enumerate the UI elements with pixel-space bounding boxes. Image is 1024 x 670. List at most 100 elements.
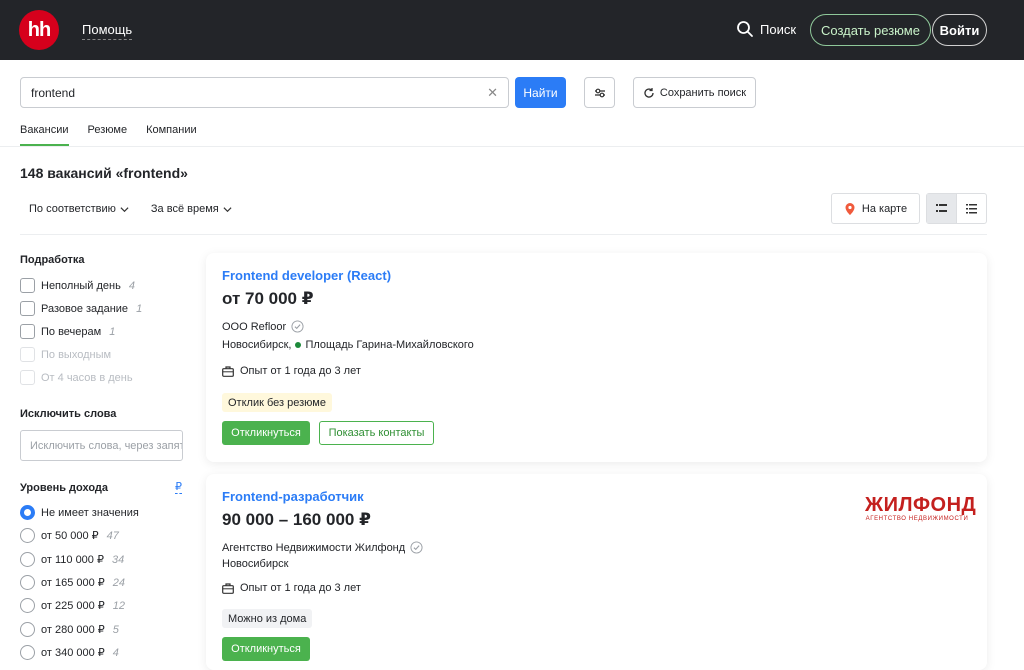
- income-option[interactable]: от 165 000 ₽ 24: [20, 575, 125, 590]
- parttime-option[interactable]: По вечерам 1: [20, 324, 115, 339]
- radio[interactable]: [20, 645, 35, 660]
- option-label: от 110 000 ₽: [41, 554, 104, 566]
- option-label: Разовое задание: [41, 302, 129, 315]
- experience-label: Опыт от 1 года до 3 лет: [240, 582, 361, 594]
- hh-logo[interactable]: hh: [19, 10, 59, 50]
- company-logo[interactable]: ЖИЛФОНД АГЕНТСТВО НЕДВИЖИМОСТИ: [865, 494, 977, 522]
- parttime-option[interactable]: Неполный день 4: [20, 278, 135, 293]
- clear-icon[interactable]: ✕: [487, 85, 498, 101]
- income-option[interactable]: от 50 000 ₽ 47: [20, 528, 119, 543]
- tab-vacancies[interactable]: Вакансии: [20, 124, 69, 146]
- option-label: По вечерам: [41, 325, 102, 338]
- top-header: hh Помощь Поиск Создать резюме Войти: [0, 0, 1024, 60]
- checkbox[interactable]: [20, 301, 35, 316]
- currency-switch[interactable]: ₽: [175, 482, 182, 494]
- verified-icon: [410, 541, 423, 554]
- help-link[interactable]: Помощь: [82, 22, 133, 40]
- company-name-link[interactable]: ООО Refloor: [222, 320, 304, 333]
- option-count: 24: [112, 576, 126, 589]
- parttime-option: По выходным: [20, 347, 111, 362]
- find-button[interactable]: Найти: [515, 77, 566, 108]
- briefcase-icon: [222, 582, 234, 594]
- checkbox: [20, 347, 35, 362]
- bookmark-refresh-icon: [644, 87, 654, 98]
- option-label: Не имеет значения: [41, 506, 139, 519]
- show-contacts-button[interactable]: Показать контакты: [319, 421, 434, 445]
- search-tabs: Вакансии Резюме Компании: [20, 124, 197, 146]
- income-option[interactable]: от 110 000 ₽ 34: [20, 552, 124, 567]
- vacancy-title-link[interactable]: Frontend-разработчик: [222, 489, 364, 504]
- view-toggle: [926, 193, 987, 224]
- company-logo-subtitle: АГЕНТСТВО НЕДВИЖИМОСТИ: [865, 516, 969, 522]
- search-nav-label: Поиск: [760, 21, 797, 37]
- option-label: От 4 часов в день: [41, 371, 133, 384]
- search-input-value: frontend: [31, 85, 76, 100]
- list-detailed-icon: [936, 204, 947, 212]
- radio[interactable]: [20, 505, 35, 520]
- income-option[interactable]: от 280 000 ₽ 5: [20, 622, 119, 637]
- checkbox[interactable]: [20, 278, 35, 293]
- company-logo-name: ЖИЛФОНД: [865, 494, 977, 516]
- map-pin-icon: [845, 202, 855, 215]
- sort-relevance-label: По соответствию: [29, 203, 116, 215]
- compact-view-button[interactable]: [957, 194, 986, 223]
- option-label: от 280 000 ₽: [41, 624, 105, 636]
- checkbox[interactable]: [20, 324, 35, 339]
- search-icon: [737, 21, 753, 37]
- vacancy-title-link[interactable]: Frontend developer (React): [222, 268, 391, 283]
- vacancy-salary: от 70 000 ₽: [222, 289, 314, 308]
- income-option[interactable]: Не имеет значения: [20, 505, 139, 520]
- experience: Опыт от 1 года до 3 лет: [222, 582, 361, 594]
- option-count: 47: [106, 529, 119, 542]
- exclude-words-input[interactable]: Исключить слова, через запятую: [20, 430, 183, 461]
- income-heading: Уровень дохода: [20, 482, 109, 494]
- city: Новосибирск,: [222, 339, 292, 351]
- sliders-icon: [594, 88, 605, 97]
- period-label: За всё время: [150, 203, 219, 215]
- option-count: 34: [111, 553, 125, 566]
- tab-companies[interactable]: Компании: [146, 124, 197, 146]
- option-count: 1: [109, 325, 116, 338]
- metro-icon: [295, 342, 302, 348]
- verified-icon: [291, 320, 304, 333]
- login-button[interactable]: Войти: [932, 14, 987, 46]
- income-option[interactable]: от 340 000 ₽ 4: [20, 645, 119, 660]
- tabs-divider: [0, 146, 1024, 147]
- briefcase-icon: [222, 365, 234, 377]
- company-name-link[interactable]: Агентство Недвижимости Жилфонд: [222, 541, 423, 554]
- option-count: 5: [112, 623, 119, 636]
- apply-button[interactable]: Откликнуться: [222, 421, 310, 445]
- search-input[interactable]: frontend ✕: [20, 77, 509, 108]
- parttime-option[interactable]: Разовое задание 1: [20, 301, 142, 316]
- parttime-heading: Подработка: [20, 254, 85, 266]
- sort-row: По соответствию За всё время: [29, 203, 232, 215]
- map-button[interactable]: На карте: [831, 193, 920, 224]
- detailed-view-button[interactable]: [927, 194, 957, 223]
- income-option[interactable]: от 225 000 ₽ 12: [20, 598, 125, 613]
- radio[interactable]: [20, 622, 35, 637]
- tab-resumes[interactable]: Резюме: [88, 124, 128, 146]
- apply-button[interactable]: Откликнуться: [222, 637, 310, 661]
- advanced-filter-button[interactable]: [584, 77, 615, 108]
- search-nav-link[interactable]: Поиск: [736, 20, 796, 38]
- experience-label: Опыт от 1 года до 3 лет: [240, 365, 361, 377]
- create-resume-button[interactable]: Создать резюме: [810, 14, 931, 46]
- radio[interactable]: [20, 575, 35, 590]
- map-button-label: На карте: [861, 202, 908, 215]
- metro-station: Площадь Гарина-Михайловского: [305, 339, 474, 351]
- exclude-heading: Исключить слова: [20, 408, 117, 420]
- remote-tag: Можно из дома: [222, 609, 313, 628]
- radio[interactable]: [20, 528, 35, 543]
- option-count: 12: [112, 599, 126, 612]
- sort-relevance-dropdown[interactable]: По соответствию: [29, 203, 129, 215]
- option-count: 4: [112, 646, 119, 659]
- vacancy-location: Новосибирск, Площадь Гарина-Михайловског…: [222, 339, 474, 351]
- option-label: от 340 000 ₽: [41, 647, 105, 659]
- radio[interactable]: [20, 552, 35, 567]
- period-dropdown[interactable]: За всё время: [151, 203, 232, 215]
- option-label: Неполный день: [41, 279, 121, 292]
- save-search-button[interactable]: Сохранить поиск: [633, 77, 756, 108]
- radio[interactable]: [20, 598, 35, 613]
- company-name: ООО Refloor: [222, 320, 287, 333]
- vacancy-location: Новосибирск: [222, 558, 288, 570]
